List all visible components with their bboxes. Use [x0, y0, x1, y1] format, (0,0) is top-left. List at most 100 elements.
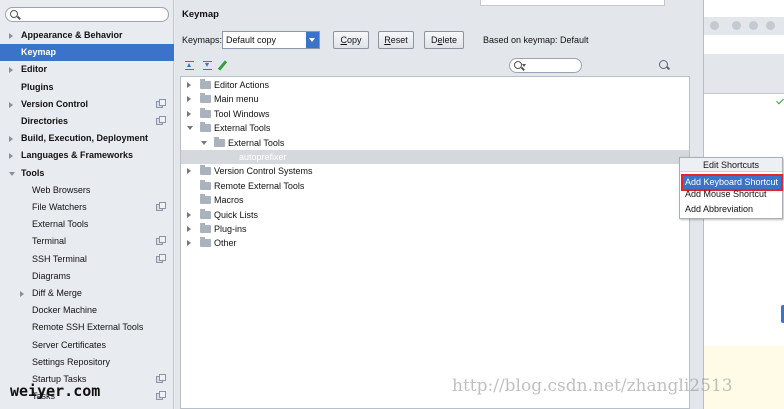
- sidebar-item-label: Version Control: [21, 98, 89, 109]
- tree-row[interactable]: Tool Windows: [181, 107, 689, 121]
- sidebar-item-label: Terminal: [32, 236, 67, 247]
- find-by-shortcut-icon[interactable]: [659, 60, 668, 69]
- sidebar-item-label: Server Certificates: [32, 339, 107, 350]
- tree-row-label: Tool Windows: [214, 108, 270, 119]
- chevron-down-icon[interactable]: [187, 126, 193, 131]
- chevron-right-icon[interactable]: [9, 33, 13, 39]
- chevron-right-icon[interactable]: [9, 101, 13, 108]
- sidebar-item-label: Remote SSH External Tools: [32, 322, 144, 333]
- toolbar-icon: [710, 21, 719, 30]
- based-on-label: Based on keymap: Default: [483, 35, 589, 45]
- sidebar-item[interactable]: Build, Execution, Deployment: [0, 130, 174, 147]
- sidebar-item[interactable]: File Watchers: [0, 199, 174, 216]
- sidebar-item[interactable]: SSH Terminal: [0, 251, 174, 268]
- settings-sidebar: Appearance & Behavior Keymap Editor Plugins…: [0, 0, 174, 409]
- chevron-right-icon[interactable]: [9, 136, 13, 143]
- tree-row-label: External Tools: [214, 123, 271, 134]
- tree-row[interactable]: Quick Lists: [181, 208, 689, 222]
- chevron-right-icon[interactable]: [187, 168, 191, 175]
- sidebar-item[interactable]: Settings Repository: [0, 354, 174, 371]
- chevron-down-icon[interactable]: [201, 140, 207, 145]
- sidebar-item[interactable]: Docker Machine: [0, 302, 174, 319]
- sidebar-item[interactable]: Web Browsers: [0, 182, 174, 199]
- keymaps-label: Keymaps:: [182, 35, 223, 45]
- chevron-right-icon[interactable]: [187, 96, 191, 103]
- tree-row[interactable]: Version Control Systems: [181, 164, 689, 178]
- chevron-right-icon[interactable]: [187, 226, 191, 232]
- add-keyboard-shortcut-item[interactable]: Add Keyboard Shortcut: [681, 174, 783, 191]
- action-tree[interactable]: Editor Actions Main menu Tool Windows Exter…: [180, 76, 690, 409]
- chevron-right-icon[interactable]: [9, 67, 13, 74]
- tree-row[interactable]: Other: [181, 236, 689, 250]
- sidebar-item[interactable]: Tools: [0, 165, 174, 182]
- sidebar-item[interactable]: Appearance & Behavior: [0, 27, 174, 44]
- sidebar-item[interactable]: Keymap: [0, 44, 174, 62]
- chevron-right-icon[interactable]: [187, 211, 191, 218]
- tree-row[interactable]: External Tools: [181, 136, 689, 150]
- chevron-right-icon[interactable]: [187, 82, 191, 88]
- tree-row[interactable]: Main menu: [181, 92, 689, 106]
- chevron-right-icon[interactable]: [20, 291, 24, 297]
- chevron-right-icon[interactable]: [9, 153, 13, 160]
- add-mouse-shortcut-item[interactable]: Add Mouse Shortcut: [683, 190, 781, 199]
- chevron-down-icon[interactable]: [9, 171, 15, 176]
- chevron-right-icon[interactable]: [187, 240, 191, 247]
- tree-row-label: autoprefixer: [239, 152, 287, 162]
- folder-icon: [200, 122, 211, 133]
- folder-icon: [200, 165, 211, 176]
- sidebar-item-label: Keymap: [21, 47, 57, 58]
- folder-icon: [200, 237, 211, 248]
- project-scope-icon: [156, 202, 166, 211]
- sidebar-item-label: Directories: [21, 116, 69, 126]
- tree-row-label: Other: [214, 238, 237, 249]
- sidebar-item-label: Diagrams: [32, 270, 71, 281]
- reset-button[interactable]: Reset: [378, 31, 414, 49]
- tree-row-label: Version Control Systems: [214, 166, 313, 177]
- context-menu: Edit Shortcuts Add Keyboard Shortcut Add…: [679, 157, 783, 219]
- sidebar-item-label: Diff & Merge: [32, 288, 82, 298]
- project-scope-icon: [156, 116, 166, 125]
- keymap-select-value: Default copy: [226, 35, 277, 45]
- sidebar-item-label: Docker Machine: [32, 305, 98, 316]
- sidebar-item-label: Settings Repository: [32, 356, 111, 367]
- chevron-down-icon[interactable]: [522, 64, 526, 67]
- sidebar-item[interactable]: Terminal: [0, 233, 174, 250]
- folder-icon: [200, 93, 211, 104]
- sidebar-item[interactable]: Remote SSH External Tools: [0, 319, 174, 336]
- chevron-down-icon[interactable]: [306, 32, 319, 48]
- sidebar-item[interactable]: Version Control: [0, 96, 174, 113]
- tree-row-label: Macros: [214, 195, 244, 206]
- action-filter-input[interactable]: [509, 58, 582, 73]
- add-abbreviation-item[interactable]: Add Abbreviation: [683, 203, 781, 216]
- folder-icon: [214, 136, 225, 147]
- sidebar-item[interactable]: Diagrams: [0, 268, 174, 285]
- tree-row[interactable]: Editor Actions: [181, 78, 689, 92]
- delete-button[interactable]: Delete: [424, 31, 464, 49]
- tree-row[interactable]: External Tools: [181, 121, 689, 135]
- tree-row[interactable]: Macros: [181, 193, 689, 207]
- sidebar-item[interactable]: Server Certificates: [0, 337, 174, 354]
- sidebar-item[interactable]: Diff & Merge: [0, 285, 174, 302]
- sidebar-item[interactable]: Editor: [0, 61, 174, 78]
- sidebar-item[interactable]: Plugins: [0, 79, 174, 96]
- collapse-all-icon[interactable]: [203, 61, 212, 70]
- sidebar-item[interactable]: Languages & Frameworks: [0, 147, 174, 164]
- tree-row[interactable]: autoprefixer: [181, 150, 689, 165]
- sidebar-item[interactable]: External Tools: [0, 216, 174, 233]
- sidebar-item[interactable]: Directories: [0, 113, 174, 130]
- toolbar-icon: [766, 21, 775, 30]
- chevron-right-icon[interactable]: [187, 110, 191, 117]
- settings-search-input[interactable]: [5, 7, 169, 22]
- sidebar-item-label: Editor: [21, 64, 47, 75]
- keymap-select[interactable]: Default copy: [222, 31, 320, 49]
- copy-button[interactable]: Copy: [333, 31, 369, 49]
- toolbar-icon: [732, 21, 741, 30]
- sidebar-item-label: Tools: [21, 167, 45, 178]
- folder-icon: [200, 179, 211, 190]
- tree-row[interactable]: Remote External Tools: [181, 179, 689, 193]
- edit-pencil-icon[interactable]: [217, 60, 228, 71]
- tree-row[interactable]: Plug-ins: [181, 222, 689, 236]
- context-menu-header: Edit Shortcuts: [680, 158, 782, 172]
- sidebar-item-label: Appearance & Behavior: [21, 30, 123, 40]
- expand-all-icon[interactable]: [185, 61, 194, 70]
